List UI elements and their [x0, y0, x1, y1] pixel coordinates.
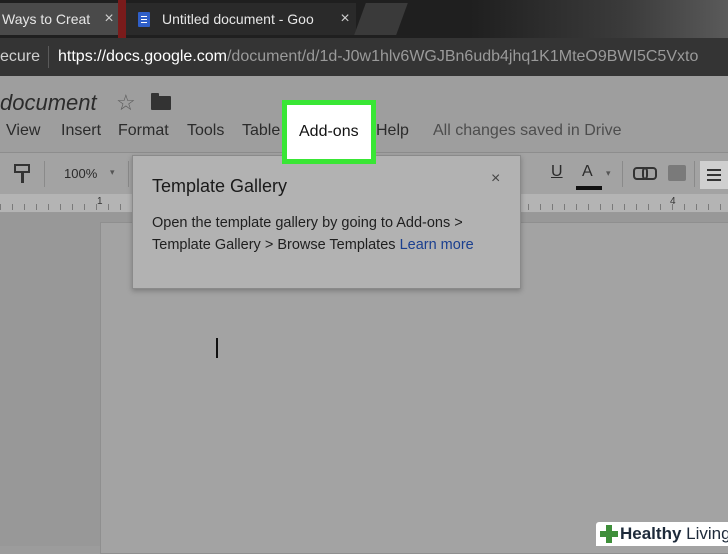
- watermark-brand-bold: Healthy: [620, 524, 682, 543]
- paint-format-icon[interactable]: [14, 164, 30, 183]
- address-divider: [48, 46, 49, 68]
- menu-add-ons[interactable]: Add-ons: [299, 123, 359, 141]
- tab-label: Untitled document - Goo: [162, 11, 314, 27]
- comment-icon[interactable]: [668, 165, 686, 181]
- toolbar-divider: [44, 161, 45, 187]
- watermark-text: Healthy Living: [620, 524, 728, 544]
- toolbar-divider: [128, 161, 129, 187]
- star-icon[interactable]: ☆: [116, 90, 136, 116]
- learn-more-link[interactable]: Learn more: [400, 237, 474, 253]
- new-tab-button[interactable]: [354, 3, 408, 35]
- close-icon[interactable]: ×: [491, 170, 500, 188]
- docs-favicon-icon: [138, 11, 150, 27]
- document-title[interactable]: document: [0, 90, 97, 116]
- ruler-mark: 4: [670, 196, 676, 207]
- tooltip-title: Template Gallery: [152, 176, 288, 196]
- chevron-down-icon[interactable]: ▾: [606, 168, 611, 179]
- save-status: All changes saved in Drive: [433, 122, 622, 139]
- chevron-down-icon[interactable]: ▾: [110, 167, 115, 178]
- toolbar-divider: [694, 161, 695, 187]
- watermark-brand-light: Living: [681, 524, 728, 543]
- underline-button[interactable]: U: [551, 163, 563, 181]
- menu-help[interactable]: Help: [376, 122, 409, 140]
- toolbar-divider: [622, 161, 623, 187]
- menu-table[interactable]: Table: [242, 122, 280, 140]
- text-color-button[interactable]: A: [582, 163, 593, 181]
- menu-format[interactable]: Format: [118, 122, 169, 140]
- menu-tools[interactable]: Tools: [187, 122, 224, 140]
- secure-indicator[interactable]: ecure: [0, 48, 40, 66]
- address-bar[interactable]: ecure https://docs.google.com/document/d…: [0, 38, 728, 76]
- link-icon[interactable]: [633, 167, 657, 180]
- align-left-icon[interactable]: [700, 161, 728, 189]
- tab-label: Ways to Creat: [2, 11, 91, 27]
- close-icon[interactable]: ×: [334, 10, 356, 28]
- browser-tab-strip: Ways to Creat × Untitled document - Goo …: [0, 0, 728, 38]
- tooltip-body: Open the template gallery by going to Ad…: [152, 212, 512, 256]
- url-text[interactable]: https://docs.google.com/document/d/1d-J0…: [58, 48, 698, 66]
- menu-view[interactable]: View: [6, 122, 40, 140]
- tab-strip-background: [470, 0, 728, 38]
- ruler-mark: 1: [97, 196, 103, 207]
- url-domain: https://docs.google.com: [58, 48, 227, 65]
- browser-tab-ways[interactable]: Ways to Creat ×: [0, 3, 120, 35]
- tab-separator: [118, 0, 126, 38]
- addons-menu-highlight[interactable]: Add-ons: [282, 100, 376, 164]
- menu-insert[interactable]: Insert: [61, 122, 101, 140]
- template-gallery-tooltip: Template Gallery × Open the template gal…: [132, 155, 521, 289]
- text-cursor: [216, 338, 218, 358]
- text-color-swatch: [576, 186, 602, 190]
- url-path: /document/d/1d-J0w1hlv6WGJBn6udb4jhq1K1M…: [226, 48, 699, 65]
- healthy-living-watermark: Healthy Living: [596, 522, 728, 546]
- zoom-select[interactable]: 100%: [64, 166, 97, 181]
- plus-logo-icon: [600, 525, 618, 543]
- folder-icon[interactable]: [151, 93, 171, 110]
- browser-tab-untitled-document[interactable]: Untitled document - Goo ×: [126, 3, 356, 35]
- close-icon[interactable]: ×: [98, 10, 120, 28]
